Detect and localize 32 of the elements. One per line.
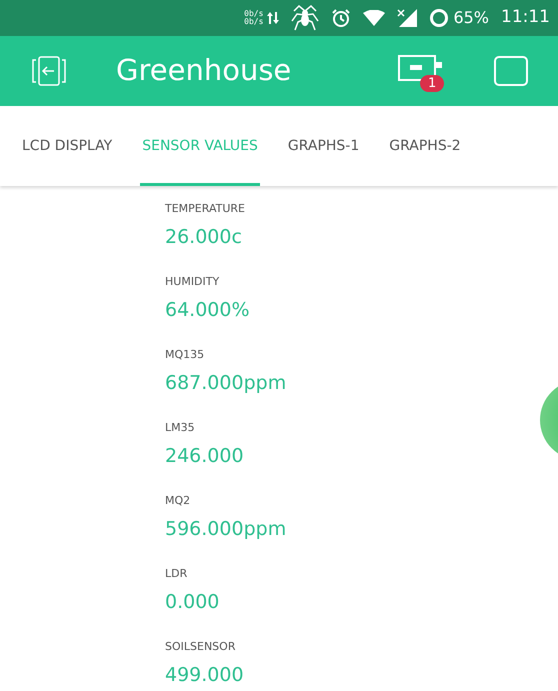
sensor-label: LM35 xyxy=(165,421,196,435)
sensor-value: 596.000ppm xyxy=(165,517,288,541)
sensor-value: 0.000 xyxy=(165,590,220,614)
sensor-value: 499.000 xyxy=(165,663,245,687)
sensor-label: MQ2 xyxy=(165,494,192,508)
clock: 11:11 xyxy=(501,6,550,30)
tab[interactable]: GRAPHS-2 xyxy=(387,106,463,186)
sensor-label: TEMPERATURE xyxy=(165,202,246,216)
device-button[interactable]: 1 xyxy=(398,51,446,91)
battery-ring-icon xyxy=(429,8,450,28)
exit-icon[interactable] xyxy=(30,56,68,86)
sensor-label: SOILSENSOR xyxy=(165,640,236,654)
sensor-value: 246.000 xyxy=(165,444,245,468)
data-arrows-icon xyxy=(267,10,280,26)
wifi-icon xyxy=(363,10,386,26)
sensor-label: HUMIDITY xyxy=(165,275,220,289)
sensor-value: 687.000ppm xyxy=(165,371,288,395)
signal-icon xyxy=(397,9,418,27)
sensor-value: 64.000% xyxy=(165,298,251,322)
notification-badge: 1 xyxy=(420,75,444,92)
upload-speed: 0b/s xyxy=(244,10,264,18)
app-title: Greenhouse xyxy=(116,52,292,90)
battery-percent: 65% xyxy=(453,7,489,29)
sensor-label: MQ135 xyxy=(165,348,206,362)
sensor-value: 26.000c xyxy=(165,225,243,249)
tab[interactable]: LCD DISPLAY xyxy=(20,106,114,186)
tab[interactable]: GRAPHS-1 xyxy=(286,106,362,186)
alarm-icon xyxy=(331,8,352,28)
download-speed: 0b/s xyxy=(244,18,264,26)
spider-icon xyxy=(291,5,320,31)
sensor-label: LDR xyxy=(165,567,188,581)
square-icon[interactable] xyxy=(494,56,528,86)
